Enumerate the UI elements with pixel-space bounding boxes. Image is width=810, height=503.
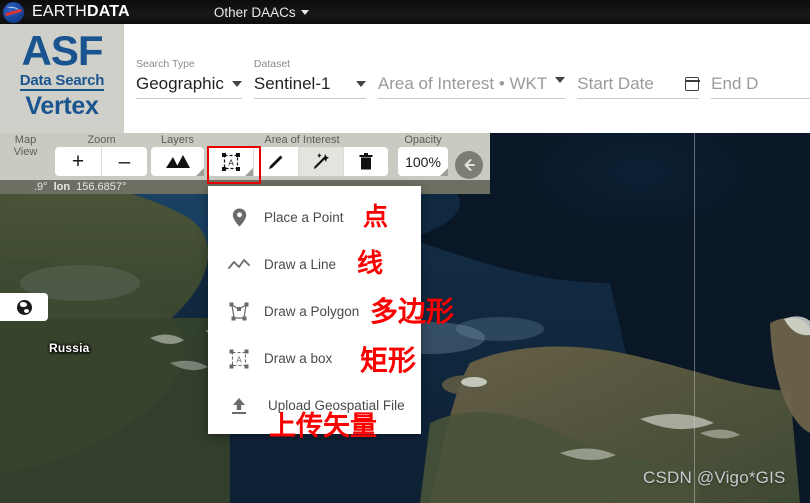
polyline-icon	[226, 252, 252, 278]
watermark-text: CSDN @Vigo*GIS	[643, 468, 786, 487]
menu-item-place-a-point[interactable]: Place a Point	[208, 194, 421, 241]
asf-tagline: Data Search	[19, 72, 105, 91]
calendar-icon[interactable]	[684, 77, 700, 91]
layers-button[interactable]	[151, 147, 204, 176]
asf-logo-block[interactable]: ASF Data Search Vertex	[0, 24, 124, 133]
start-date-input[interactable]: Start Date	[577, 58, 700, 99]
opacity-button[interactable]: 100%	[398, 147, 448, 176]
dataset-label: Dataset	[253, 58, 291, 70]
earthdata-wordmark: EARTHDATA	[32, 3, 130, 21]
longitude-value: 156.6857°	[76, 181, 127, 193]
dropdown-corner-icon	[245, 168, 253, 176]
menu-item-label: Draw a box	[264, 351, 333, 366]
area-of-interest-input[interactable]: Area of Interest • WKT	[377, 58, 566, 99]
search-type-select[interactable]: Search Type Geographic	[136, 58, 242, 99]
aoi-delete-button[interactable]	[343, 147, 388, 176]
menu-item-label: Place a Point	[264, 210, 344, 225]
box-select-icon: A	[226, 346, 252, 372]
opacity-value: 100%	[405, 153, 441, 170]
dataset-select[interactable]: Dataset Sentinel-1	[253, 58, 366, 99]
opacity-label: Opacity	[404, 134, 442, 146]
annotation-upload: 上传矢量	[269, 411, 377, 442]
chevron-down-icon	[231, 81, 242, 87]
search-header: ASF Data Search Vertex Search Type Geogr…	[0, 24, 810, 133]
latitude-value: .9°	[34, 181, 48, 193]
earthdata-title-bold: DATA	[86, 3, 130, 20]
map-view-label: Map View	[13, 134, 38, 158]
layers-label: Layers	[160, 134, 195, 146]
menu-item-label: Draw a Polygon	[264, 304, 360, 319]
search-type-value: Geographic	[136, 74, 224, 93]
menu-item-draw-a-line[interactable]: Draw a Line	[208, 241, 421, 288]
chevron-down-icon	[300, 9, 309, 15]
area-of-interest-label: Area of Interest	[264, 134, 340, 146]
map-pin-icon	[226, 205, 252, 231]
start-date-placeholder: Start Date	[577, 74, 654, 93]
longitude-label: lon	[53, 181, 71, 193]
zoom-in-button[interactable]: +	[55, 147, 101, 176]
annotation-box: 矩形	[360, 344, 417, 377]
zoom-label: Zoom	[87, 134, 116, 146]
dataset-value: Sentinel-1	[253, 74, 331, 93]
globe-icon	[16, 299, 32, 315]
map-view-group: Map View	[2, 133, 49, 158]
asf-vertex-logo: ASF Data Search Vertex	[0, 30, 124, 119]
area-of-interest-group: Area of Interest A	[208, 133, 396, 176]
search-fields-row: Search Type Geographic Dataset Sentinel-…	[124, 24, 810, 133]
svg-text:A: A	[228, 158, 234, 167]
map-label-russia: Russia	[49, 341, 90, 355]
other-daacs-menu[interactable]: Other DAACs	[214, 5, 309, 20]
vertex-wordmark: Vertex	[25, 92, 99, 120]
arrow-left-icon	[464, 159, 475, 171]
antimeridian-line	[694, 133, 695, 503]
chevron-down-icon	[355, 81, 366, 87]
map-view-globe-button[interactable]	[0, 293, 48, 321]
menu-item-label: Draw a Line	[264, 257, 337, 272]
annotation-line: 线	[357, 249, 384, 279]
aoi-placeholder: Area of Interest • WKT	[377, 74, 548, 93]
plus-icon: +	[71, 149, 85, 173]
box-select-icon: A	[221, 152, 240, 171]
end-date-input[interactable]: End D	[711, 58, 810, 99]
polygon-icon	[226, 299, 252, 325]
nasa-logo-icon	[3, 1, 24, 23]
back-button[interactable]	[455, 151, 483, 179]
zoom-group: Zoom + –	[55, 133, 148, 176]
search-type-label: Search Type	[136, 58, 195, 70]
pencil-icon	[269, 155, 283, 169]
zoom-out-button[interactable]: –	[101, 147, 147, 176]
annotation-polygon: 多边形	[370, 295, 455, 328]
dropdown-corner-icon	[440, 168, 448, 176]
earthdata-top-bar: EARTHDATA Other DAACs	[0, 0, 810, 24]
aoi-magic-wand-button[interactable]	[298, 147, 343, 176]
earthdata-title-light: EARTH	[32, 3, 87, 20]
layers-group: Layers	[151, 133, 204, 176]
end-date-placeholder: End D	[711, 74, 759, 93]
trash-icon	[359, 152, 373, 169]
opacity-group: Opacity 100%	[398, 133, 448, 176]
svg-text:A: A	[236, 355, 242, 364]
mountains-icon	[165, 155, 190, 168]
other-daacs-label: Other DAACs	[213, 4, 296, 20]
map-toolbar: Map View Zoom + – Layers Area of Interes…	[0, 133, 490, 180]
annotation-point: 点	[363, 202, 389, 231]
minus-icon: –	[118, 149, 131, 173]
aoi-edit-button[interactable]	[253, 147, 298, 176]
asf-acronym: ASF	[21, 27, 104, 74]
aoi-draw-box-button[interactable]: A	[208, 147, 253, 176]
dropdown-corner-icon	[196, 168, 204, 176]
upload-icon	[226, 393, 252, 419]
magic-wand-icon	[313, 153, 329, 169]
chevron-down-icon	[555, 77, 566, 83]
